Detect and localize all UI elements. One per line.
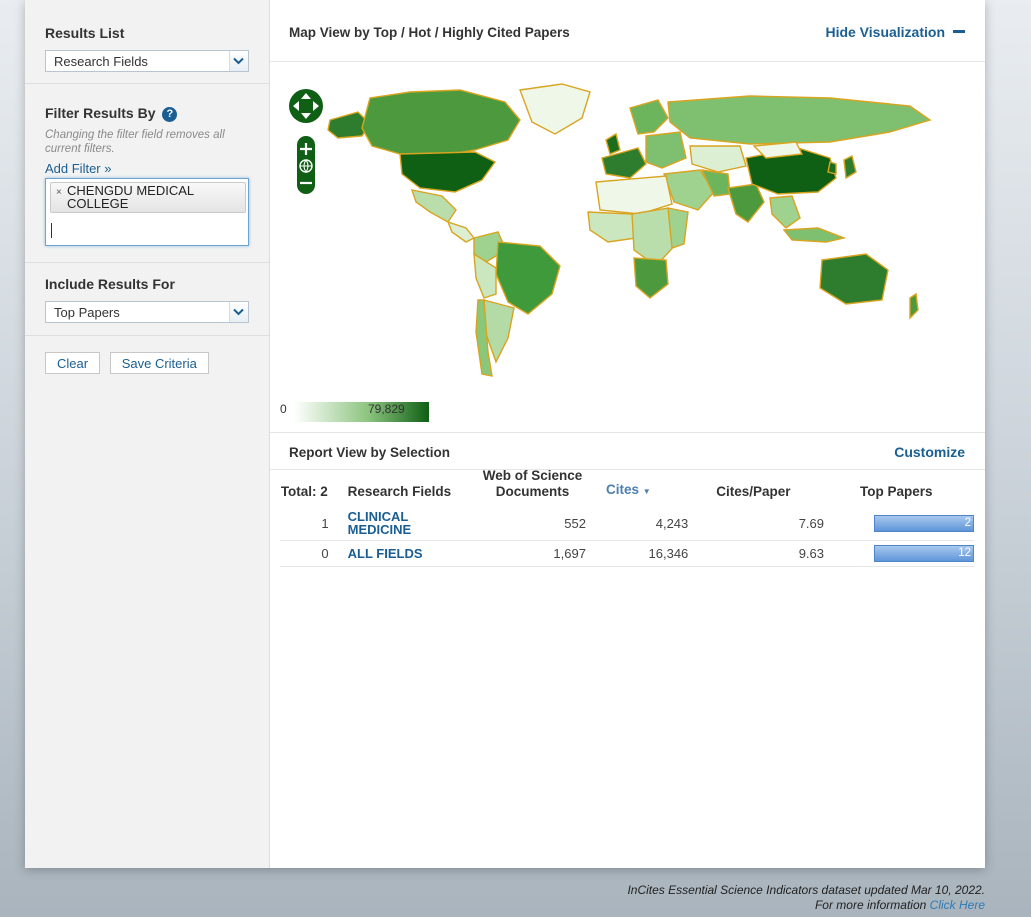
map-region-scandinavia (629, 99, 669, 135)
table-row: 0 ALL FIELDS 1,697 16,346 9.63 12 (280, 540, 974, 567)
top-papers-bar: 2 (874, 514, 974, 532)
map-pan-control[interactable] (289, 89, 323, 123)
documents-header[interactable]: Web of Science Documents (471, 468, 594, 507)
row-docs: 1,697 (471, 540, 594, 567)
filter-title: Filter Results By ? (45, 84, 249, 122)
map-region-uk (605, 132, 621, 155)
report-header: Report View by Selection Customize (270, 432, 985, 470)
chevron-down-icon (229, 302, 248, 322)
map-region-eastern-europe (645, 131, 687, 169)
map-region-west-africa (587, 211, 637, 243)
top-papers-bar: 12 (874, 544, 974, 562)
report-title: Report View by Selection (289, 445, 451, 460)
map-region-india (727, 183, 765, 223)
map-region-brazil (495, 241, 561, 315)
row-rank: 0 (280, 540, 329, 567)
map-region-usa (399, 151, 497, 193)
map-region-peru (473, 252, 497, 299)
map-region-new-zealand (909, 292, 919, 320)
table-row: 1 CLINICAL MEDICINE 552 4,243 7.69 2 (280, 507, 974, 541)
save-criteria-button[interactable]: Save Criteria (109, 352, 209, 374)
filter-chip-label: CHENGDU MEDICAL COLLEGE (67, 183, 194, 211)
sidebar: Results List Research Fields Filter Resu… (25, 0, 270, 868)
map-region-australia (819, 253, 889, 305)
text-caret (51, 223, 52, 238)
results-list-title: Results List (45, 25, 125, 41)
results-list-value: Research Fields (54, 54, 148, 69)
clear-button[interactable]: Clear (45, 352, 101, 374)
map-region-canada (361, 89, 521, 157)
footer-click-here-link[interactable]: Click Here (930, 898, 985, 912)
minus-icon (953, 30, 965, 33)
row-cites: 4,243 (593, 507, 697, 541)
field-link-all-fields[interactable]: ALL FIELDS (348, 547, 471, 560)
map-region-japan (843, 154, 857, 180)
legend-min: 0 (280, 402, 287, 416)
criteria-buttons: Clear Save Criteria (25, 336, 269, 374)
app-frame: Results List Research Fields Filter Resu… (25, 0, 985, 868)
include-value: Top Papers (54, 305, 120, 320)
results-list-select[interactable]: Research Fields (45, 50, 249, 72)
row-docs: 552 (471, 507, 594, 541)
filter-section: Filter Results By ? Changing the filter … (25, 84, 269, 263)
row-cites-per-paper: 7.69 (696, 507, 832, 541)
customize-link[interactable]: Customize (894, 444, 965, 460)
total-header: Total: 2 (280, 484, 328, 499)
filter-input-box[interactable]: × CHENGDU MEDICAL COLLEGE (45, 178, 249, 246)
footer: InCites Essential Science Indicators dat… (627, 883, 985, 913)
footer-update-text: InCites Essential Science Indicators dat… (627, 883, 985, 897)
top-papers-value: 2 (964, 516, 971, 529)
include-select[interactable]: Top Papers (45, 301, 249, 323)
map-region-southern-africa (633, 257, 669, 299)
map-region-western-europe (601, 147, 647, 179)
research-fields-header[interactable]: Research Fields (329, 468, 471, 507)
report-table: Total: 2 Research Fields Web of Science … (280, 468, 974, 567)
footer-info-text: For more information (814, 898, 927, 912)
add-filter-link[interactable]: Add Filter » (45, 161, 249, 176)
filter-hint: Changing the filter field removes all cu… (45, 129, 225, 155)
remove-filter-icon[interactable]: × (56, 186, 62, 199)
filter-chip: × CHENGDU MEDICAL COLLEGE (50, 182, 246, 213)
cites-header[interactable]: Cites ▼ (594, 468, 696, 507)
legend-gradient (294, 402, 429, 422)
legend-max: 79,829 (368, 402, 405, 416)
map-region-central-america (446, 220, 476, 243)
results-list-section: Results List Research Fields (25, 0, 269, 84)
map-region-korea (827, 161, 837, 175)
map-region-southeast-asia (769, 195, 801, 229)
top-papers-value: 12 (958, 546, 971, 559)
help-icon[interactable]: ? (162, 107, 178, 122)
row-rank: 1 (280, 507, 329, 541)
map-header: Map View by Top / Hot / Highly Cited Pap… (270, 0, 985, 62)
row-cites-per-paper: 9.63 (696, 540, 832, 567)
hide-visualization-label: Hide Visualization (825, 24, 945, 40)
map-region-greenland (519, 83, 591, 135)
map-region-indonesia (782, 227, 847, 243)
chevron-down-icon (229, 51, 248, 71)
world-map[interactable] (270, 62, 985, 432)
map-region-mexico (410, 189, 457, 223)
map-region-russia (667, 95, 932, 145)
main-panel: Map View by Top / Hot / Highly Cited Pap… (270, 0, 985, 868)
cites-per-paper-header[interactable]: Cites/Paper (696, 468, 832, 507)
map-zoom-control[interactable] (297, 136, 315, 194)
map-region-north-africa (595, 175, 673, 215)
hide-visualization-link[interactable]: Hide Visualization (825, 24, 965, 40)
map-region-kazakhstan (689, 145, 747, 173)
footer-info: For more information Click Here (627, 898, 985, 913)
sort-desc-icon: ▼ (642, 487, 651, 496)
map-region-east-africa (667, 207, 689, 249)
include-section: Include Results For Top Papers (25, 263, 269, 336)
map-title: Map View by Top / Hot / Highly Cited Pap… (289, 25, 570, 40)
filter-title-label: Filter Results By (45, 105, 156, 121)
row-cites: 16,346 (593, 540, 697, 567)
top-papers-header[interactable]: Top Papers (832, 468, 974, 507)
include-title: Include Results For (45, 276, 175, 292)
field-link-clinical-medicine[interactable]: CLINICAL MEDICINE (348, 510, 428, 536)
cites-header-label: Cites (605, 482, 639, 497)
